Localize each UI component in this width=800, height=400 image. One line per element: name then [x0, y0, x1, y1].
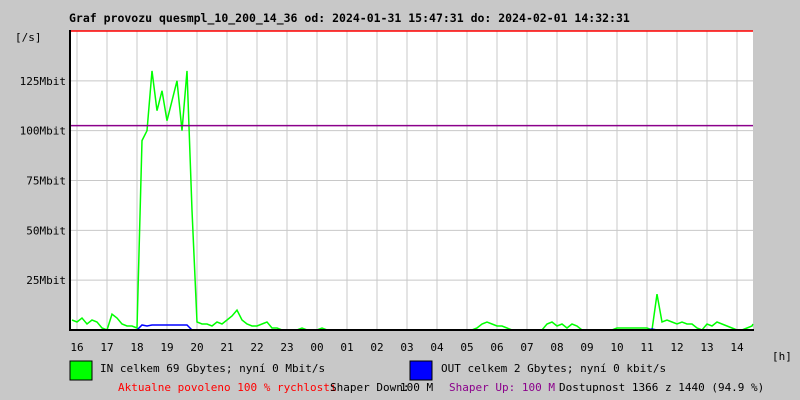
x-tick-label: 18 [130, 341, 143, 354]
y-axis-unit: [/s] [15, 31, 42, 44]
x-tick-label: 13 [700, 341, 713, 354]
x-tick-label: 04 [430, 341, 444, 354]
shaper-up-text: Shaper Up: 100 M [449, 381, 555, 394]
legend-out-text: OUT celkem 2 Gbytes; nyní 0 kbit/s [441, 362, 666, 375]
y-tick-label: 50Mbit [26, 224, 66, 237]
traffic-chart: Graf provozu quesmpl_10_200_14_36 od: 20… [15, 11, 792, 394]
x-tick-label: 16 [70, 341, 83, 354]
x-tick-label: 19 [160, 341, 173, 354]
x-tick-label: 14 [730, 341, 744, 354]
x-tick-label: 09 [580, 341, 593, 354]
x-tick-label: 08 [550, 341, 563, 354]
shaper-down-value: 100 M [400, 381, 433, 394]
shaper-down-label: Shaper Down: [330, 381, 409, 394]
legend-out-swatch [409, 360, 433, 381]
x-tick-label: 12 [670, 341, 683, 354]
x-tick-label: 22 [250, 341, 263, 354]
x-tick-label: 17 [100, 341, 113, 354]
legend-in-swatch [69, 360, 93, 381]
x-tick-label: 21 [220, 341, 233, 354]
y-tick-label: 25Mbit [26, 274, 66, 287]
x-axis-unit: [h] [772, 350, 792, 363]
x-tick-label: 05 [460, 341, 473, 354]
x-tick-label: 03 [400, 341, 413, 354]
x-tick-label: 23 [280, 341, 293, 354]
x-tick-label: 11 [640, 341, 653, 354]
x-tick-label: 06 [490, 341, 503, 354]
legend-in-text: IN celkem 69 Gbytes; nyní 0 Mbit/s [100, 362, 325, 375]
y-ticks: 25Mbit 50Mbit 75Mbit 100Mbit 125Mbit [20, 75, 66, 287]
x-tick-label: 00 [310, 341, 323, 354]
x-tick-label: 01 [340, 341, 353, 354]
x-tick-label: 02 [370, 341, 383, 354]
x-tick-label: 20 [190, 341, 203, 354]
x-ticks: 16 17 18 19 20 21 22 23 00 01 02 03 04 05 06 07 08 09 10 11… [70, 341, 744, 354]
y-tick-label: 75Mbit [26, 175, 66, 188]
allowed-speed-text: Aktualne povoleno 100 % rychlosti [118, 381, 337, 394]
y-tick-label: 125Mbit [20, 75, 66, 88]
x-tick-label: 10 [610, 341, 623, 354]
x-tick-label: 07 [520, 341, 533, 354]
chart-title: Graf provozu quesmpl_10_200_14_36 od: 20… [69, 11, 630, 26]
availability-text: Dostupnost 1366 z 1440 (94.9 %) [559, 381, 764, 394]
y-tick-label: 100Mbit [20, 125, 66, 138]
